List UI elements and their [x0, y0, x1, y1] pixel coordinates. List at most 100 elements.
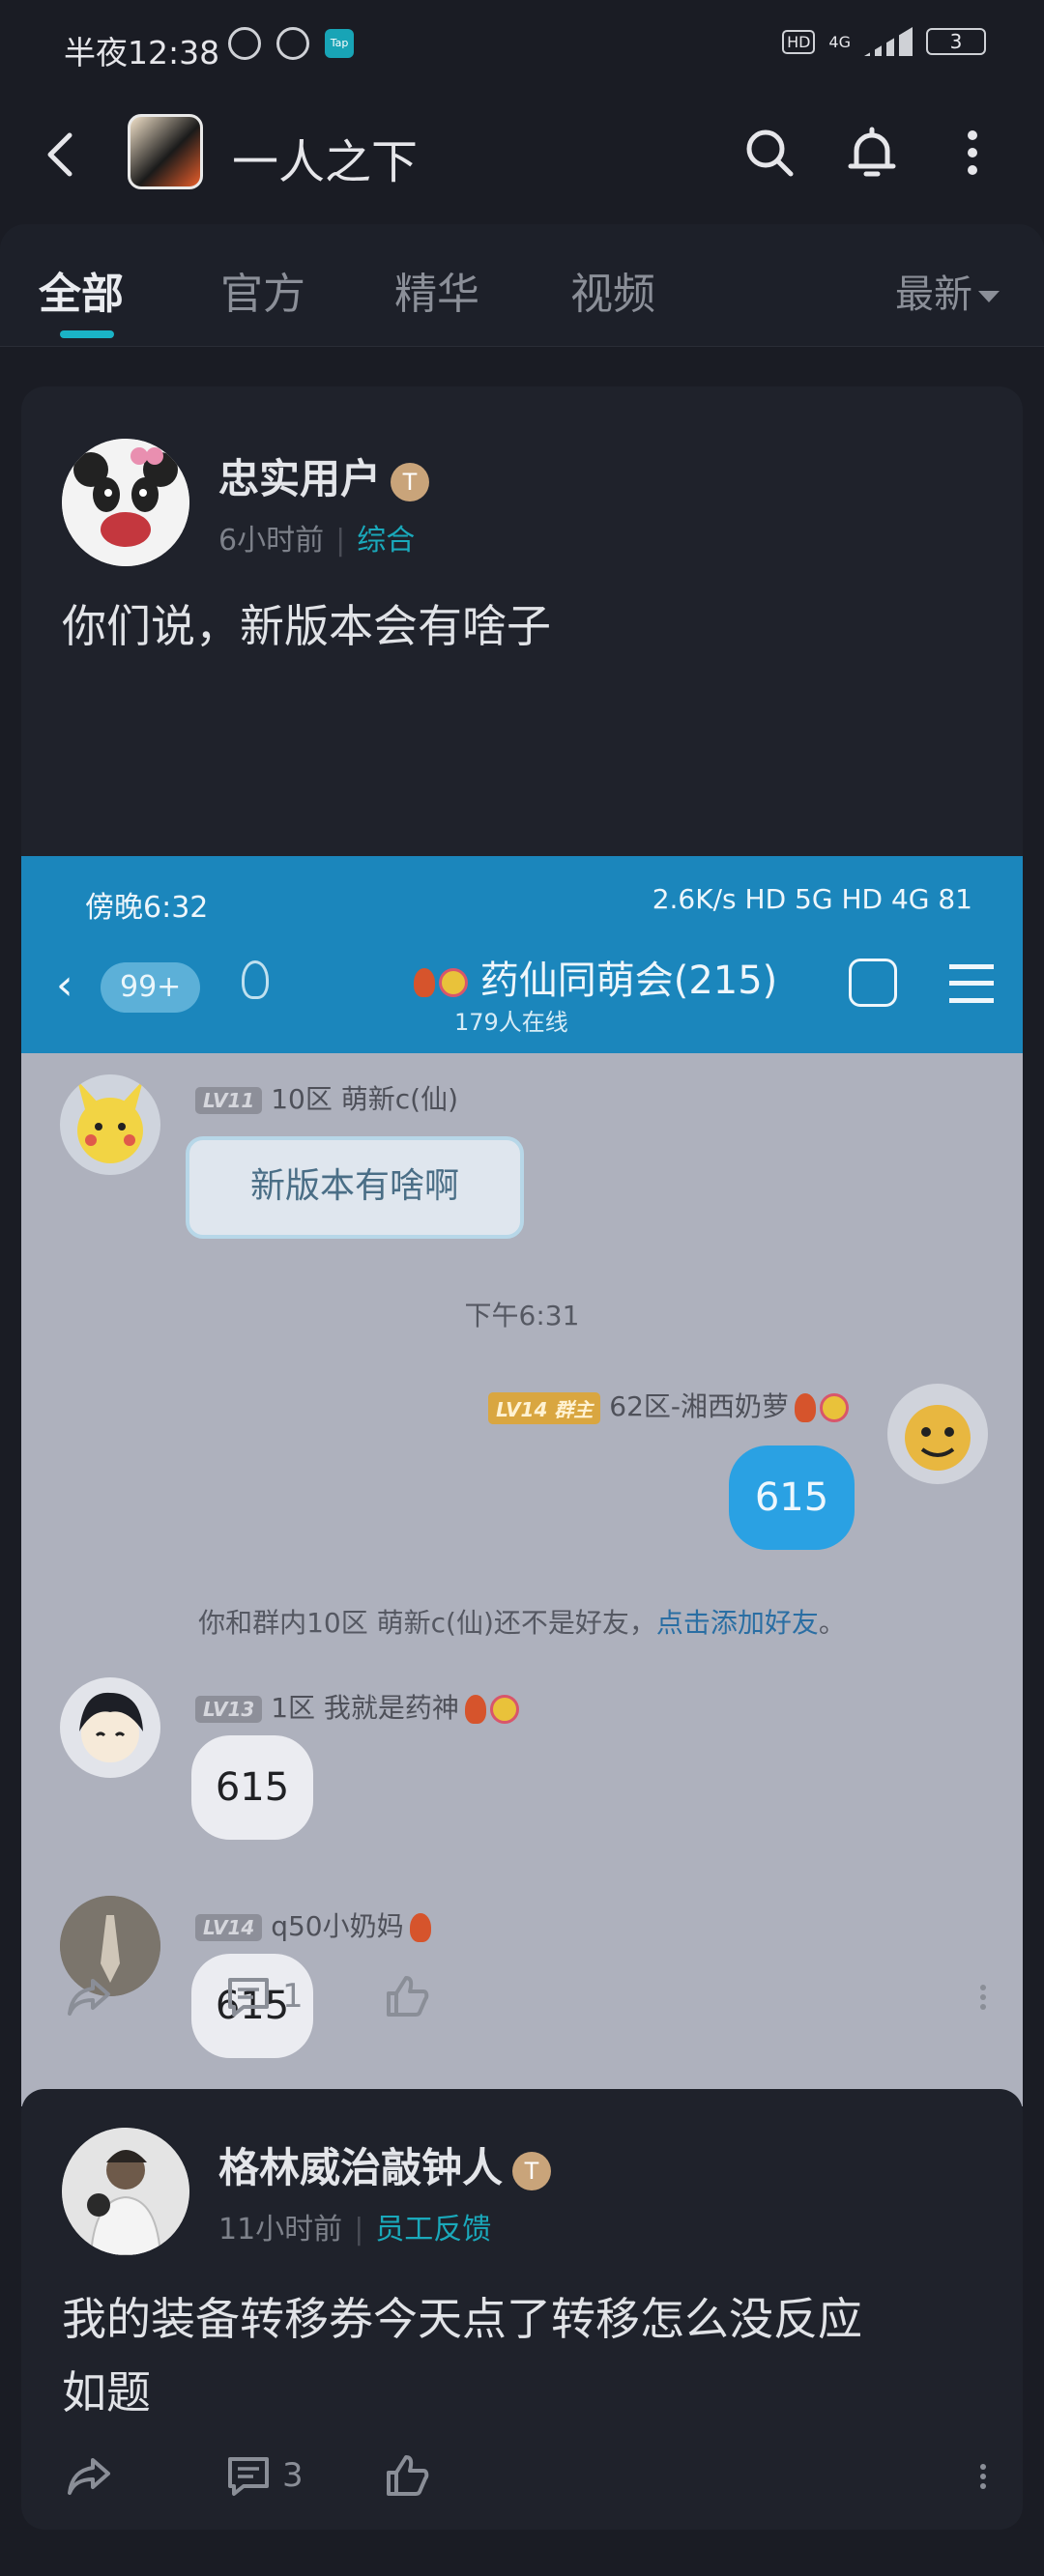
post-more-icon[interactable]	[980, 1985, 986, 2010]
status-bar: 半夜12:38 Tap HD 4G 3	[0, 0, 1044, 97]
post-text[interactable]: 我的装备转移券今天点了转移怎么没反应 如题	[62, 2282, 990, 2429]
qq-sticker: 新版本有啥啊	[186, 1136, 524, 1239]
tab-featured[interactable]: 精华	[394, 259, 479, 321]
qq-avatar	[60, 1677, 160, 1778]
search-icon[interactable]	[740, 124, 798, 182]
qq-avatar	[887, 1384, 988, 1484]
meta-separator: |	[354, 2213, 364, 2247]
username-text: 忠实用户	[218, 455, 382, 502]
like-button[interactable]	[383, 2450, 431, 2501]
post-card[interactable]: 忠实用户 T 6小时前 | 综合 你们说，新版本会有啥子 傍晚6:32 2.6K/s …	[21, 386, 1023, 2106]
post-category[interactable]: 员工反馈	[375, 2213, 491, 2247]
post-meta: 6小时前 | 综合	[218, 516, 415, 558]
share-button[interactable]	[64, 1971, 114, 2021]
comment-icon	[228, 2457, 269, 2496]
share-button[interactable]	[64, 2450, 114, 2501]
qq-sender-text: 1区 我就是药神	[271, 1692, 459, 1724]
qq-status-time: 傍晚6:32	[85, 891, 209, 925]
comment-button[interactable]: 1	[224, 1971, 304, 2021]
ear-icon	[242, 960, 269, 999]
qq-sender-name: LV14 q50小奶妈	[195, 1905, 431, 1944]
egg-avatar-icon	[905, 1405, 971, 1471]
post-category[interactable]: 综合	[357, 524, 415, 558]
smile-icon	[439, 968, 468, 997]
alarm-icon	[276, 27, 309, 60]
tab-all[interactable]: 全部	[39, 259, 124, 321]
smile-icon	[489, 1695, 519, 1724]
post-time: 11小时前	[218, 2213, 343, 2247]
post-text-line: 如题	[62, 2366, 151, 2419]
top-app-bar: 一人之下	[0, 97, 1044, 222]
post-time: 6小时前	[218, 524, 325, 558]
hand-icon	[849, 959, 897, 1007]
post-card[interactable]: 格林威治敲钟人 T 11小时前 | 员工反馈 我的装备转移券今天点了转移怎么没反应 如题…	[21, 2089, 1023, 2530]
hd-icon: HD	[782, 29, 816, 54]
qq-header: 傍晚6:32 2.6K/s HD 5G HD 4G 81 ‹ 99+ 药仙同萌会…	[21, 856, 1023, 1053]
man-avatar-icon	[62, 2128, 189, 2255]
taptap-icon: Tap	[325, 29, 354, 58]
qq-message-bubble: 615	[729, 1445, 855, 1550]
thumbs-up-icon	[387, 1976, 429, 2017]
post-username[interactable]: 忠实用户 T	[218, 446, 430, 505]
boy-avatar-icon	[79, 1692, 143, 1762]
post-image[interactable]: 傍晚6:32 2.6K/s HD 5G HD 4G 81 ‹ 99+ 药仙同萌会…	[21, 856, 1023, 2106]
network-label: 4G	[828, 32, 851, 51]
fire-icon	[464, 1695, 486, 1724]
comment-icon	[228, 1978, 269, 2017]
qq-avatar	[60, 1074, 160, 1175]
back-icon[interactable]	[39, 126, 81, 184]
level-badge: LV11	[195, 1087, 263, 1114]
comment-button[interactable]: 3	[224, 2450, 304, 2501]
page-title: 一人之下	[232, 135, 419, 189]
sort-dropdown[interactable]: 最新	[895, 263, 1000, 319]
meta-separator: |	[335, 524, 346, 558]
tab-bar: 全部 官方 精华 视频 最新	[0, 224, 1044, 347]
qq-back-icon: ‹	[56, 960, 73, 1010]
signal-icon	[864, 27, 913, 56]
avatar[interactable]	[62, 2128, 189, 2255]
status-icons-left: Tap	[228, 27, 354, 60]
qq-group-title: 药仙同萌会(215)	[408, 949, 777, 1005]
qq-status-right: 2.6K/s HD 5G HD 4G 81	[652, 883, 972, 915]
username-text: 格林威治敲钟人	[218, 2144, 504, 2191]
add-friend-link: 点击添加好友	[655, 1607, 819, 1639]
bell-icon[interactable]	[843, 124, 901, 182]
tab-video[interactable]: 视频	[570, 259, 655, 321]
qq-sender-text: 10区 萌新c(仙)	[271, 1083, 458, 1115]
system-text: 你和群内10区 萌新c(仙)还不是好友，	[198, 1607, 656, 1639]
game-avatar	[128, 114, 203, 189]
more-vertical-icon[interactable]	[943, 124, 1001, 182]
avatar[interactable]	[62, 439, 189, 566]
tab-official[interactable]: 官方	[220, 259, 305, 321]
pikachu-avatar-icon	[77, 1080, 143, 1163]
menu-icon	[949, 964, 994, 1003]
qq-timestamp: 下午6:31	[464, 1300, 580, 1331]
like-button[interactable]	[383, 1971, 431, 2021]
post-text[interactable]: 你们说，新版本会有啥子	[62, 589, 990, 663]
fire-icon	[414, 968, 435, 997]
qq-message-bubble: 615	[191, 1735, 313, 1840]
battery-icon: 3	[926, 28, 986, 55]
status-time: 半夜12:38	[64, 34, 220, 72]
fire-icon	[409, 1913, 431, 1942]
panda-avatar-icon	[62, 439, 189, 566]
qq-group-name: 药仙同萌会(215)	[479, 959, 778, 1003]
user-badge-icon: T	[391, 462, 430, 501]
level-text: LV14	[496, 1397, 548, 1421]
post-more-icon[interactable]	[980, 2464, 986, 2489]
role-text: 群主	[554, 1397, 594, 1421]
qq-sender-name: LV14 群主 62区-湘西奶萝	[488, 1386, 849, 1424]
qq-online: 179人在线	[454, 1009, 568, 1036]
level-badge: LV14	[195, 1914, 263, 1941]
qq-sender-name: LV13 1区 我就是药神	[195, 1687, 519, 1726]
comment-count: 3	[282, 2456, 304, 2495]
mute-icon	[228, 27, 261, 60]
level-badge: LV14 群主	[488, 1391, 601, 1424]
post-actions: 1	[21, 1944, 1023, 2050]
comment-count: 1	[282, 1977, 304, 2016]
qq-sender-name: LV11 10区 萌新c(仙)	[195, 1078, 458, 1117]
system-end-text: 。	[818, 1607, 846, 1639]
qq-unread-badge: 99+	[101, 962, 201, 1013]
smile-icon	[820, 1393, 849, 1422]
post-username[interactable]: 格林威治敲钟人 T	[218, 2135, 552, 2194]
